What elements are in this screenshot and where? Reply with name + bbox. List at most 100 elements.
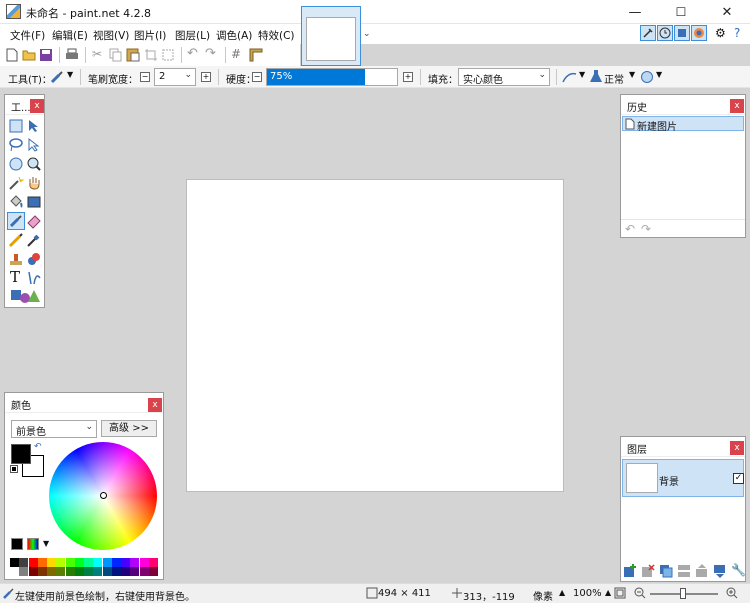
brush-width-increase-button[interactable]: +: [201, 72, 211, 82]
grid-icon[interactable]: #: [231, 47, 241, 61]
gradient-tool-icon[interactable]: [26, 194, 42, 210]
antialiasing-dropdown-icon[interactable]: ▼: [579, 70, 585, 79]
crop-to-selection-icon[interactable]: [144, 48, 158, 62]
paintbrush-tool-selected[interactable]: [7, 212, 25, 230]
zoom-slider-thumb[interactable]: [680, 588, 686, 599]
brush-width-field[interactable]: 2 ⌄: [154, 68, 196, 86]
layers-panel-close-button[interactable]: x: [730, 441, 744, 455]
add-layer-icon[interactable]: [623, 564, 637, 578]
menu-effects[interactable]: 特效(C): [258, 28, 295, 43]
paste-icon[interactable]: [126, 47, 140, 62]
color-palette[interactable]: [10, 558, 158, 576]
layer-properties-icon[interactable]: 🔧: [731, 563, 746, 577]
hardness-decrease-button[interactable]: −: [252, 72, 262, 82]
maximize-button[interactable]: ☐: [658, 0, 704, 24]
zoom-out-icon[interactable]: [634, 587, 646, 599]
settings-gear-icon[interactable]: ⚙: [715, 26, 726, 40]
palette-swatch[interactable]: [56, 567, 66, 576]
ellipse-select-tool-icon[interactable]: [8, 156, 24, 172]
zoom-slider[interactable]: [650, 588, 718, 599]
zoom-dropdown-icon[interactable]: ▲: [605, 588, 611, 597]
cut-icon[interactable]: ✂: [92, 47, 102, 61]
primary-color-swatch[interactable]: [11, 444, 31, 464]
undo-icon[interactable]: ↶: [187, 46, 198, 61]
close-window-button[interactable]: ✕: [704, 0, 750, 24]
status-units[interactable]: 像素: [533, 588, 553, 603]
palette-swatch[interactable]: [47, 567, 56, 576]
alpha-dropdown-icon[interactable]: ▼: [656, 70, 662, 79]
palette-swatch[interactable]: [19, 567, 29, 576]
colors-panel-close-button[interactable]: x: [148, 398, 162, 412]
palette-swatch[interactable]: [10, 558, 19, 567]
rectangle-select-tool-icon[interactable]: [8, 118, 24, 134]
palette-swatch[interactable]: [102, 567, 112, 576]
help-icon[interactable]: ?: [734, 26, 740, 40]
palette-swatch[interactable]: [121, 558, 130, 567]
tool-dropdown-icon[interactable]: ▼: [67, 70, 73, 79]
palette-swatch[interactable]: [65, 567, 75, 576]
history-panel-close-button[interactable]: x: [730, 99, 744, 113]
palette-swatch[interactable]: [93, 558, 103, 567]
eraser-tool-icon[interactable]: [26, 213, 42, 229]
menu-layers[interactable]: 图层(L): [175, 28, 210, 43]
pan-hand-tool-icon[interactable]: [26, 175, 42, 191]
color-target-select[interactable]: 前景色 ⌄: [11, 420, 97, 438]
paint-bucket-tool-icon[interactable]: [8, 194, 24, 210]
tools-panel-close-button[interactable]: x: [30, 99, 44, 113]
zoom-tool-icon[interactable]: [26, 156, 42, 172]
layer-row-background[interactable]: 背景 ✓: [622, 459, 744, 497]
image-canvas[interactable]: [186, 179, 564, 492]
palette-swatch[interactable]: [47, 558, 56, 567]
palette-colors-icon[interactable]: [27, 538, 39, 550]
palette-swatch[interactable]: [139, 567, 149, 576]
lasso-select-tool-icon[interactable]: [8, 137, 24, 153]
copy-icon[interactable]: [109, 48, 123, 62]
menu-view[interactable]: 视图(V): [93, 28, 129, 43]
image-tab-thumbnail[interactable]: [301, 6, 361, 66]
palette-swatch[interactable]: [19, 558, 29, 567]
delete-layer-icon[interactable]: [641, 564, 655, 578]
blend-mode-flask-icon[interactable]: [589, 69, 603, 84]
swap-colors-icon[interactable]: ↶: [34, 442, 42, 452]
colors-toggle-icon[interactable]: [691, 25, 707, 41]
move-layer-up-icon[interactable]: [695, 564, 709, 578]
palette-swatch[interactable]: [130, 567, 140, 576]
palette-menu-icon[interactable]: [11, 538, 23, 550]
zoom-to-window-icon[interactable]: [614, 587, 626, 599]
duplicate-layer-icon[interactable]: [659, 564, 673, 578]
print-icon[interactable]: [65, 48, 79, 62]
menu-adjustments[interactable]: 调色(A): [216, 28, 252, 43]
palette-swatch[interactable]: [111, 567, 121, 576]
antialiasing-icon[interactable]: [562, 70, 578, 84]
layers-toggle-icon[interactable]: [674, 25, 690, 41]
palette-swatch[interactable]: [130, 558, 140, 567]
menu-file[interactable]: 文件(F): [10, 28, 45, 43]
move-selection-tool-icon[interactable]: [26, 137, 42, 153]
palette-dropdown-icon[interactable]: ▼: [43, 539, 49, 548]
rulers-icon[interactable]: [249, 48, 263, 62]
palette-swatch[interactable]: [102, 558, 112, 567]
move-selected-pixels-tool-icon[interactable]: [26, 118, 42, 134]
save-icon[interactable]: [39, 48, 53, 62]
palette-swatch[interactable]: [93, 567, 103, 576]
palette-swatch[interactable]: [37, 558, 47, 567]
blend-mode-dropdown-icon[interactable]: ▼: [629, 70, 635, 79]
history-item-new-image[interactable]: 新建图片: [622, 116, 744, 133]
alpha-blending-icon[interactable]: [640, 70, 654, 84]
paintbrush-tool-icon[interactable]: [50, 70, 64, 84]
line-curve-tool-icon[interactable]: [26, 270, 42, 286]
pencil-tool-icon[interactable]: [8, 232, 24, 248]
palette-swatch[interactable]: [74, 558, 84, 567]
palette-swatch[interactable]: [10, 567, 19, 576]
shapes-tool-icon[interactable]: [10, 288, 40, 304]
clone-stamp-tool-icon[interactable]: [8, 251, 24, 267]
palette-swatch[interactable]: [111, 558, 121, 567]
palette-swatch[interactable]: [65, 558, 75, 567]
units-dropdown-icon[interactable]: ▲: [559, 588, 565, 597]
deselect-icon[interactable]: [161, 48, 175, 62]
hardness-slider[interactable]: 75%: [266, 68, 398, 86]
thumb-dropdown-icon[interactable]: ⌄: [363, 29, 371, 39]
color-wheel[interactable]: [49, 442, 157, 550]
palette-swatch[interactable]: [84, 567, 93, 576]
status-zoom[interactable]: 100%: [573, 588, 602, 599]
